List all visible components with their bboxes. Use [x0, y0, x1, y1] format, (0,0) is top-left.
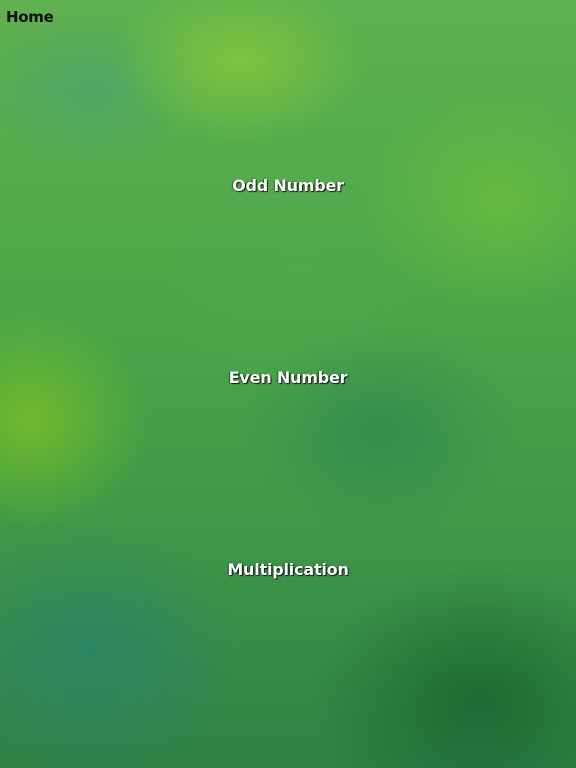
multiplication-button[interactable]: Multiplication [0, 560, 576, 579]
home-button[interactable]: Home [6, 8, 54, 26]
app-screen: Home Odd Number Even Number Multiplicati… [0, 0, 576, 768]
even-number-button[interactable]: Even Number [0, 368, 576, 387]
odd-number-button[interactable]: Odd Number [0, 176, 576, 195]
